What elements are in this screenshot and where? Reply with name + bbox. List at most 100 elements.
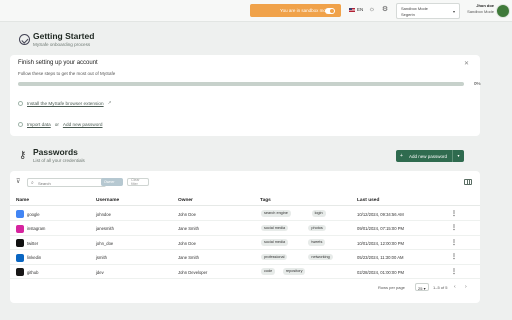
step-install-extension[interactable]: Install the MySafe browser extension ↗ <box>18 100 111 106</box>
clear-filter-button[interactable]: Clear filter <box>127 178 149 186</box>
tag-badge: networking <box>308 253 333 261</box>
getting-started-title: Getting Started <box>33 31 95 41</box>
table-row[interactable]: twitter john_doe John Doe social media tweet… <box>10 236 480 250</box>
instagram-logo-icon <box>16 224 24 233</box>
owner-filter-chip[interactable]: Owner <box>101 178 123 186</box>
step-circle-icon <box>18 122 23 127</box>
add-password-label: Add new password <box>409 153 448 159</box>
tag-badge: photos <box>308 224 326 232</box>
columns-icon[interactable] <box>464 179 472 185</box>
cell-last-used: 02/28/2024, 01:00:00 PM <box>357 269 405 275</box>
search-box[interactable]: ⌕ <box>27 178 106 187</box>
cell-last-used: 10/01/2024, 12:00:00 PM <box>357 240 405 246</box>
cell-owner: John Doe <box>178 240 196 246</box>
cell-last-used: 10/12/2024, 09:34:56 AM <box>357 211 404 217</box>
passwords-table-card: ⊽ ⌕ Owner Clear filter Name Username Own… <box>10 171 480 303</box>
column-header-name[interactable]: Name <box>16 198 29 203</box>
user-info: Jhon doe Sandbox Mode <box>462 3 494 14</box>
github-logo-icon <box>16 268 24 276</box>
more-vertical-icon[interactable]: ⋮ <box>451 210 457 217</box>
tag-badge: tweets <box>308 239 326 246</box>
search-input[interactable] <box>38 180 98 186</box>
twitter-logo-icon <box>16 239 24 247</box>
more-vertical-icon[interactable]: ⋮ <box>451 253 457 260</box>
cell-username: johndoe <box>96 211 111 217</box>
cell-owner: Jane Smith <box>178 226 199 231</box>
env-select-value: Segerin <box>401 11 415 17</box>
rows-per-page-select[interactable]: 25 ▾ <box>415 283 429 291</box>
cell-name: instagram <box>27 226 46 231</box>
getting-started-subtitle: MySafe onboarding process <box>33 42 91 47</box>
step-connector-text: or <box>54 122 59 127</box>
chevron-down-icon: ▾ <box>452 9 455 14</box>
tag-badge: social media <box>261 224 289 232</box>
tag-badge: search engine <box>261 210 291 217</box>
chevron-down-icon[interactable]: ▼ <box>452 150 464 162</box>
pagination-range: 1–5 of 5 <box>433 285 448 290</box>
environment-select[interactable]: Sandbox Mode Segerin ▾ <box>396 3 460 19</box>
table-header: Name Username Owner Tags Last used <box>10 196 480 206</box>
step-circle-icon <box>18 100 23 106</box>
search-icon: ⌕ <box>31 179 34 186</box>
cell-last-used: 09/01/2024, 07:15:00 PM <box>357 226 405 231</box>
sandbox-toggle[interactable] <box>325 7 335 14</box>
cell-last-used: 05/23/2024, 11:30:00 AM <box>357 255 404 260</box>
rows-per-page-label: Rows per page <box>378 285 405 290</box>
gear-icon[interactable]: ⚙ <box>381 6 389 14</box>
key-icon: ⚷ <box>19 150 27 161</box>
cell-username: jdev <box>96 269 104 275</box>
table-row[interactable]: instagram janesmith Jane Smith social media… <box>10 222 480 236</box>
more-vertical-icon[interactable]: ⋮ <box>451 224 457 231</box>
chevron-right-icon[interactable]: › <box>465 284 467 290</box>
linkedin-logo-icon <box>16 253 24 262</box>
add-password-button[interactable]: + Add new password ▼ <box>396 150 464 162</box>
cell-name: linkedin <box>27 255 42 260</box>
sandbox-mode-banner: You are in sandbox mode <box>250 4 341 17</box>
cell-name: twitter <box>27 240 39 246</box>
import-data-link[interactable]: Import data <box>27 122 51 127</box>
language-code: EN <box>357 7 364 12</box>
column-header-username[interactable]: Username <box>96 198 119 203</box>
top-bar: You are in sandbox mode EN ☼ ⚙ Sandbox M… <box>0 0 512 22</box>
passwords-subtitle: List of all your credentials <box>33 158 85 163</box>
cell-owner: Jane Smith <box>178 255 199 260</box>
add-password-link[interactable]: Add new password <box>63 122 103 127</box>
filter-icon[interactable]: ⊽ <box>16 179 23 186</box>
step-import-or-add: Import data or Add new password <box>18 122 103 127</box>
close-icon[interactable]: ✕ <box>464 60 469 67</box>
column-header-tags[interactable]: Tags <box>260 198 271 203</box>
column-header-owner[interactable]: Owner <box>178 198 193 203</box>
more-vertical-icon[interactable]: ⋮ <box>451 239 457 246</box>
plus-icon: + <box>400 152 403 159</box>
cell-owner: John Doe <box>178 211 196 217</box>
tag-badge: repository <box>282 268 306 275</box>
tag-badge: social media <box>261 239 289 246</box>
progress-percent: 0% <box>474 81 481 86</box>
table-row[interactable]: linkedin jsmith Jane Smith professional netw… <box>10 251 480 265</box>
column-header-last-used[interactable]: Last used <box>357 198 379 203</box>
onboarding-card: Finish setting up your account Follow th… <box>10 55 481 136</box>
cell-username: jsmith <box>96 255 107 260</box>
language-selector[interactable]: EN <box>349 7 363 12</box>
us-flag-icon <box>349 7 355 12</box>
install-extension-link[interactable]: Install the MySafe browser extension <box>27 101 104 106</box>
passwords-title: Passwords <box>33 147 78 157</box>
tag-badge: login <box>311 210 326 217</box>
avatar[interactable] <box>496 4 510 18</box>
tag-badge: code <box>261 268 276 275</box>
chevron-left-icon[interactable]: ‹ <box>454 284 456 290</box>
table-row[interactable]: github jdev John Developer code repository 02… <box>10 265 480 279</box>
onboarding-card-title: Finish setting up your account <box>18 60 98 66</box>
check-circle-icon <box>19 34 30 45</box>
sun-icon[interactable]: ☼ <box>368 6 376 14</box>
cell-name: github <box>27 269 39 275</box>
onboarding-card-subtitle: Follow these steps to get the most out o… <box>18 71 116 76</box>
table-row[interactable]: google johndoe John Doe search engine login 1… <box>10 207 480 221</box>
cell-username: john_doe <box>96 240 114 246</box>
sandbox-notice-text: You are in sandbox mode <box>280 8 331 13</box>
cell-owner: John Developer <box>178 269 208 275</box>
cell-name: google <box>27 211 40 217</box>
tag-badge: professional <box>261 253 288 261</box>
user-mode: Sandbox Mode <box>467 8 494 14</box>
more-vertical-icon[interactable]: ⋮ <box>451 268 457 275</box>
